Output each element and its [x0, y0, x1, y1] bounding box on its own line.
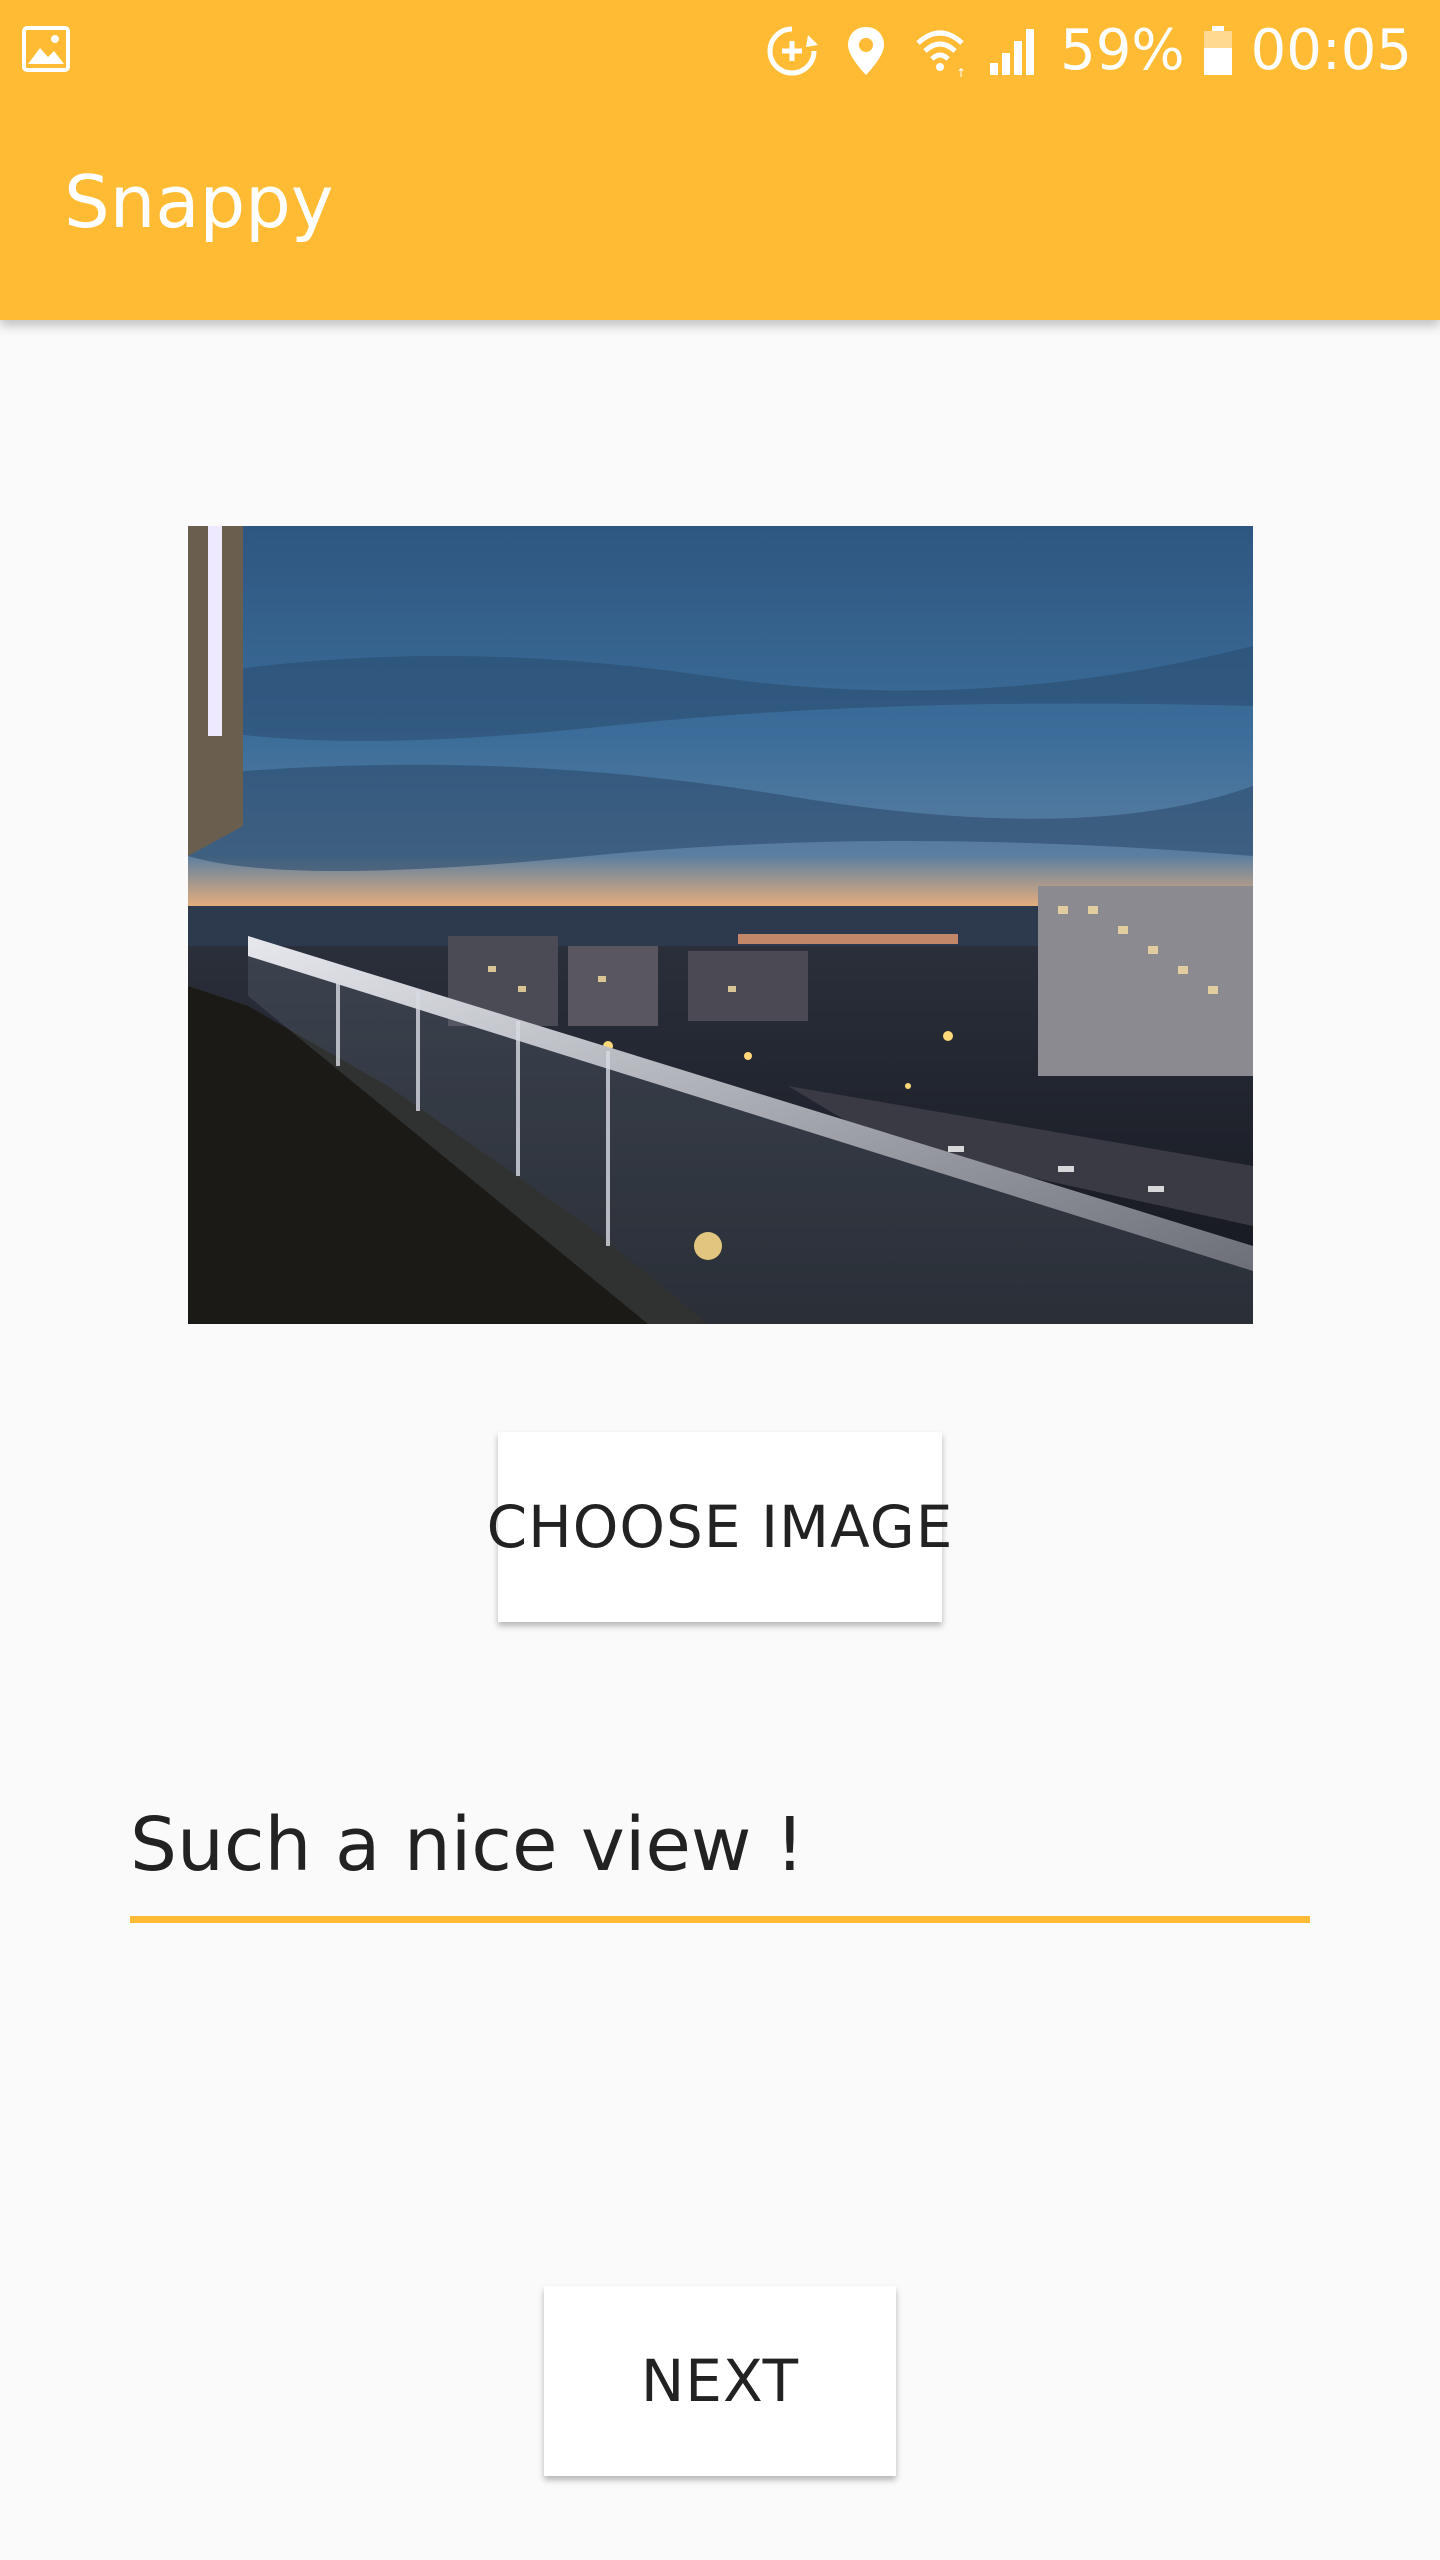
choose-image-button[interactable]: CHOOSE IMAGE — [487, 1432, 952, 1622]
app-bar: ↑↓ 59% 00:05 Snappy — [0, 0, 1440, 320]
battery-percent: 59% — [1060, 18, 1185, 83]
night-city-balcony-photo — [188, 526, 1253, 1324]
sync-plus-icon — [767, 26, 819, 76]
location-pin-icon — [848, 27, 885, 75]
wifi-icon: ↑↓ — [916, 30, 968, 79]
battery-icon — [1203, 26, 1232, 75]
status-time: 00:05 — [1250, 18, 1412, 83]
image-icon — [22, 26, 70, 72]
caption-input[interactable] — [130, 1790, 1310, 1900]
cell-signal-icon — [990, 29, 1035, 75]
selected-photo — [188, 526, 1253, 1324]
svg-text:↑↓: ↑↓ — [956, 66, 968, 79]
app-title: Snappy — [64, 160, 334, 244]
next-button[interactable]: NEXT — [544, 2286, 896, 2476]
status-icons: ↑↓ 59% 00:05 — [764, 18, 1412, 84]
caption-field[interactable] — [130, 1790, 1310, 1930]
status-bar: ↑↓ 59% 00:05 — [0, 0, 1440, 100]
caption-underline — [130, 1916, 1310, 1923]
